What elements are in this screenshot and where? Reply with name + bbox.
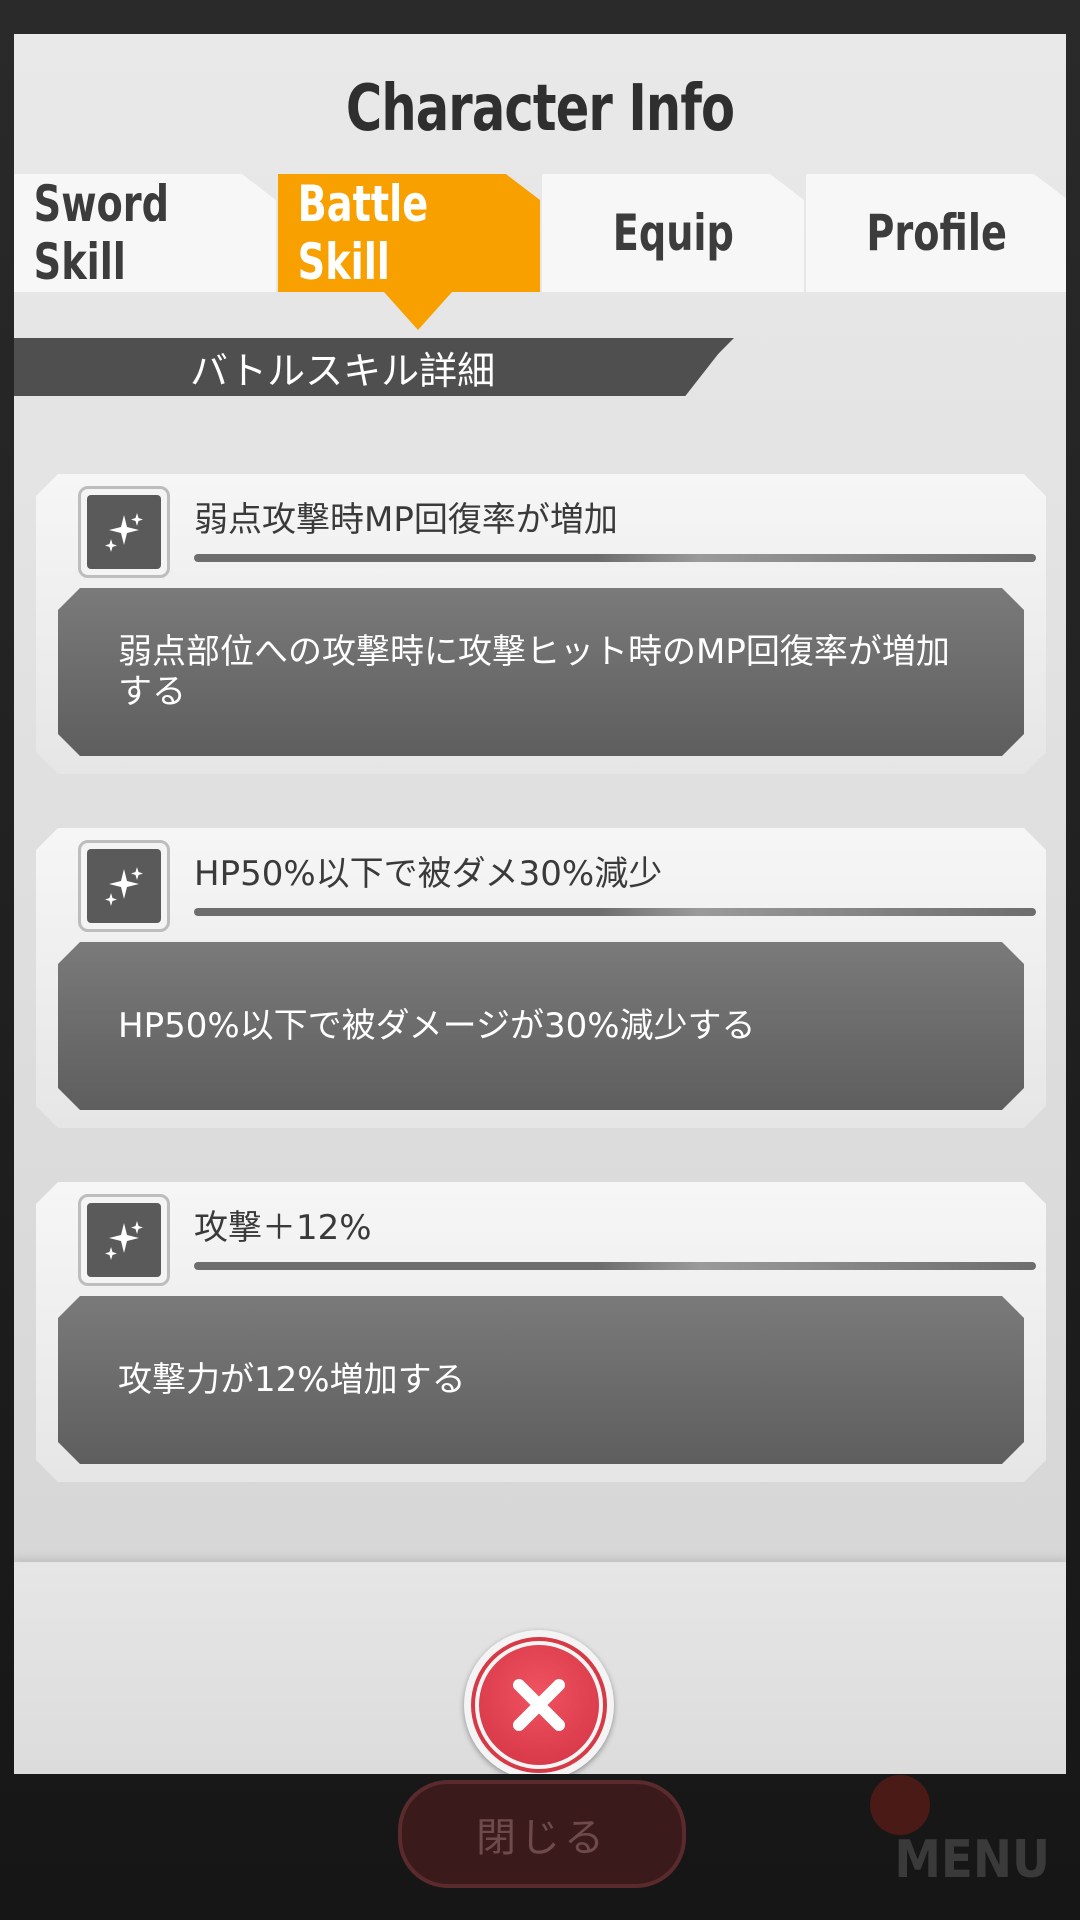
skill-name-underline: [194, 1262, 1036, 1270]
section-title: バトルスキル詳細: [190, 348, 496, 393]
skill-icon-frame: [78, 840, 170, 932]
skill-name-underline: [194, 554, 1036, 562]
skill-description-box: HP50%以下で被ダメージが30%減少する: [58, 942, 1024, 1110]
close-icon: [479, 1645, 599, 1765]
modal-footer: [14, 1562, 1066, 1774]
close-button[interactable]: [464, 1630, 614, 1774]
sparkle-icon: [87, 849, 161, 923]
character-info-modal: Character Info Sword Skill Battle Skill …: [14, 34, 1066, 1774]
tab-battle-skill[interactable]: Battle Skill: [278, 174, 540, 292]
skill-card: HP50%以下で被ダメ30%減少 HP50%以下で被ダメージが30%減少する: [36, 828, 1046, 1128]
skill-name: 攻撃＋12%: [194, 1208, 372, 1248]
skill-icon-frame: [78, 486, 170, 578]
skill-description: 弱点部位への攻撃時に攻撃ヒット時のMP回復率が増加する: [118, 632, 950, 712]
skill-description: HP50%以下で被ダメージが30%減少する: [118, 1006, 756, 1046]
modal-title: Character Info: [345, 72, 735, 146]
skill-name: HP50%以下で被ダメ30%減少: [194, 854, 663, 894]
skill-description-box: 攻撃力が12%増加する: [58, 1296, 1024, 1464]
skill-description: 攻撃力が12%増加する: [118, 1360, 466, 1400]
skill-card: 攻撃＋12% 攻撃力が12%増加する: [36, 1182, 1046, 1482]
sparkle-icon: [87, 1203, 161, 1277]
background-menu-label: MENU: [894, 1830, 1050, 1890]
tab-equip[interactable]: Equip: [542, 174, 804, 292]
sparkle-icon: [87, 495, 161, 569]
skill-list[interactable]: 弱点攻撃時MP回復率が増加 弱点部位への攻撃時に攻撃ヒット時のMP回復率が増加す…: [14, 474, 1066, 1589]
close-button-ring: [471, 1637, 607, 1773]
skill-name: 弱点攻撃時MP回復率が増加: [194, 500, 618, 540]
skill-card: 弱点攻撃時MP回復率が増加 弱点部位への攻撃時に攻撃ヒット時のMP回復率が増加す…: [36, 474, 1046, 774]
tab-sword-skill[interactable]: Sword Skill: [14, 174, 276, 292]
skill-description-box: 弱点部位への攻撃時に攻撃ヒット時のMP回復率が増加する: [58, 588, 1024, 756]
screen: 閉じる MENU Character Info Sword Skill Batt…: [0, 0, 1080, 1920]
tab-profile[interactable]: Profile: [806, 174, 1066, 292]
background-notification-badge: [870, 1775, 930, 1835]
section-header: バトルスキル詳細: [14, 338, 734, 396]
skill-name-underline: [194, 908, 1036, 916]
background-close-button: 閉じる: [398, 1780, 686, 1888]
skill-icon-frame: [78, 1194, 170, 1286]
active-tab-pointer: [384, 292, 452, 330]
tab-bar: Sword Skill Battle Skill Equip Profile: [14, 174, 1066, 294]
